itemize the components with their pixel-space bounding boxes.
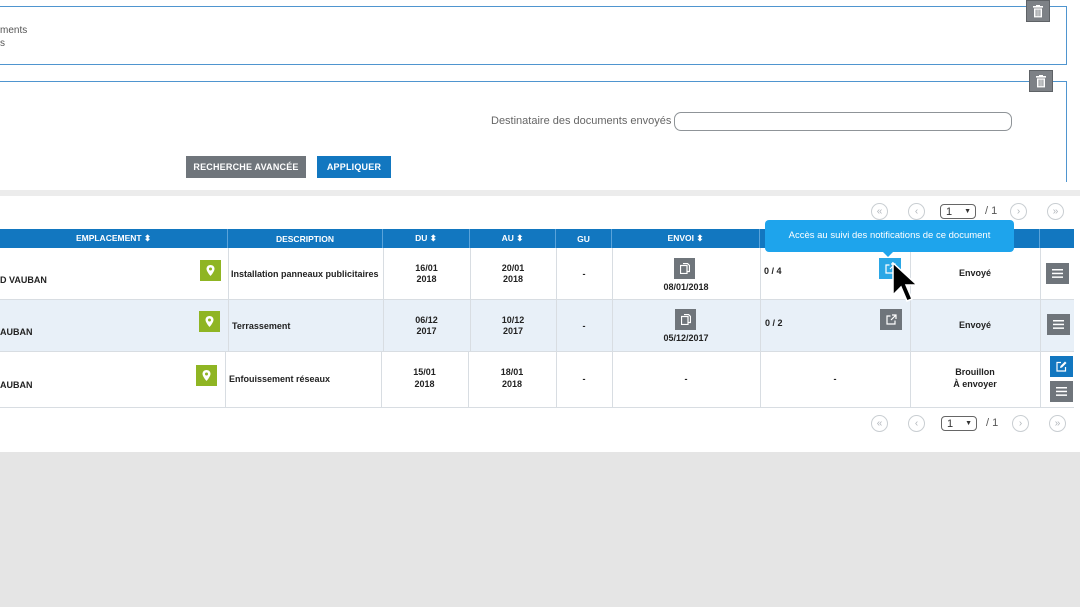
- tooltip-arrow: [882, 251, 894, 257]
- filter-panel-top: ments s: [0, 6, 1067, 65]
- table-row: AUBAN Enfouissement réseaux 15/01 2018 1…: [0, 352, 1074, 408]
- column-header-envoi[interactable]: ENVOI ⬍: [612, 229, 760, 248]
- apply-button[interactable]: APPLIQUER: [317, 156, 391, 178]
- row-du-day: 06/12: [415, 315, 438, 325]
- notification-tooltip: Accès au suivi des notifications de ce d…: [765, 220, 1014, 252]
- next-page-button[interactable]: ›: [1010, 203, 1027, 220]
- first-page-button[interactable]: «: [871, 203, 888, 220]
- row-du-day: 16/01: [415, 263, 438, 273]
- delete-filter-button-2[interactable]: [1029, 70, 1053, 92]
- row-gu: -: [582, 269, 586, 279]
- row-emplacement: AUBAN: [0, 380, 33, 390]
- row-envoi-date: -: [684, 374, 688, 384]
- mouse-cursor-icon: [892, 262, 919, 302]
- last-page-button[interactable]: »: [1047, 203, 1064, 220]
- row-au-year: 2018: [501, 379, 523, 389]
- location-pin-button[interactable]: [199, 311, 220, 332]
- row-du-year: 2018: [416, 274, 437, 284]
- map-pin-icon: [202, 370, 211, 381]
- prev-page-button[interactable]: ‹: [908, 203, 925, 220]
- column-header-gu[interactable]: GU: [556, 229, 612, 248]
- row-edit-button[interactable]: [1050, 356, 1073, 377]
- recipient-input[interactable]: [674, 112, 1012, 131]
- delete-filter-button[interactable]: [1026, 0, 1050, 22]
- recipient-label: Destinataire des documents envoyés: [491, 115, 672, 127]
- row-envoi-date: 05/12/2017: [663, 333, 709, 343]
- row-au-day: 18/01: [500, 367, 524, 377]
- row-description: Enfouissement réseaux: [229, 374, 331, 384]
- row-au-day: 20/01: [501, 263, 525, 273]
- row-au-year: 2017: [502, 326, 524, 336]
- hamburger-menu-icon: [1053, 320, 1064, 329]
- page-footer-area: [0, 452, 1080, 607]
- hamburger-menu-icon: [1052, 269, 1063, 278]
- page-select[interactable]: 1 ▼: [940, 204, 976, 219]
- filter-panel-recipient: [0, 81, 1067, 182]
- row-du-year: 2017: [416, 326, 437, 336]
- trash-icon: [1033, 4, 1043, 17]
- row-notification-count: 0 / 4: [764, 266, 782, 276]
- row-du-day: 15/01: [413, 367, 436, 377]
- table-row: AUBAN Terrassement 06/12 2017 10/12 2017…: [0, 300, 1074, 352]
- external-link-icon: [885, 314, 897, 325]
- column-header-description[interactable]: DESCRIPTION: [228, 229, 383, 248]
- row-menu-button[interactable]: [1046, 263, 1069, 284]
- row-envoi-date: 08/01/2018: [663, 282, 709, 292]
- row-gu: -: [582, 321, 586, 331]
- first-page-button-bottom[interactable]: «: [871, 415, 888, 432]
- column-header-au[interactable]: AU ⬍: [470, 229, 556, 248]
- map-pin-icon: [205, 316, 214, 327]
- row-status: Brouillon: [955, 367, 995, 377]
- filter-panel-value: s: [0, 38, 5, 49]
- filter-panel-label: ments: [0, 25, 28, 36]
- edit-icon: [1056, 361, 1067, 372]
- last-page-button-bottom[interactable]: »: [1049, 415, 1066, 432]
- notification-tracking-button[interactable]: [880, 309, 902, 330]
- document-button[interactable]: [675, 309, 696, 330]
- row-notification-count: 0 / 2: [765, 318, 783, 328]
- column-header-du[interactable]: DU ⬍: [383, 229, 470, 248]
- row-status-detail: À envoyer: [953, 379, 997, 389]
- row-menu-button[interactable]: [1050, 381, 1073, 402]
- row-gu: -: [582, 374, 586, 384]
- location-pin-button[interactable]: [196, 365, 217, 386]
- row-emplacement: D VAUBAN: [0, 275, 47, 285]
- document-icon: [679, 263, 690, 274]
- document-icon: [680, 314, 691, 325]
- location-pin-button[interactable]: [200, 260, 221, 281]
- map-pin-icon: [206, 265, 215, 276]
- next-page-button-bottom[interactable]: ›: [1012, 415, 1029, 432]
- page-select-bottom[interactable]: 1 ▼: [941, 416, 977, 431]
- caret-down-icon: ▼: [964, 208, 971, 215]
- row-au-year: 2018: [502, 274, 524, 284]
- row-description: Installation panneaux publicitaires: [231, 269, 379, 279]
- column-header-emplacement[interactable]: EMPLACEMENT ⬍: [0, 229, 228, 248]
- row-status: Envoyé: [958, 268, 991, 278]
- row-au-day: 10/12: [501, 315, 525, 325]
- column-header-actions: [1040, 229, 1074, 248]
- section-divider: [0, 190, 1080, 196]
- row-menu-button[interactable]: [1047, 314, 1070, 335]
- row-description: Terrassement: [232, 321, 291, 331]
- advanced-search-button[interactable]: RECHERCHE AVANCÉE: [186, 156, 306, 178]
- page-total: / 1: [985, 205, 998, 217]
- page-select-value: 1: [947, 417, 954, 430]
- row-notification-count: -: [833, 374, 837, 384]
- caret-down-icon: ▼: [965, 420, 972, 427]
- prev-page-button-bottom[interactable]: ‹: [908, 415, 925, 432]
- row-du-year: 2018: [414, 379, 435, 389]
- page-total-bottom: / 1: [986, 417, 999, 429]
- row-emplacement: AUBAN: [0, 327, 33, 337]
- hamburger-menu-icon: [1056, 387, 1067, 396]
- row-status: Envoyé: [958, 320, 991, 330]
- trash-icon: [1036, 74, 1046, 87]
- document-button[interactable]: [674, 258, 695, 279]
- page-select-value: 1: [946, 205, 953, 218]
